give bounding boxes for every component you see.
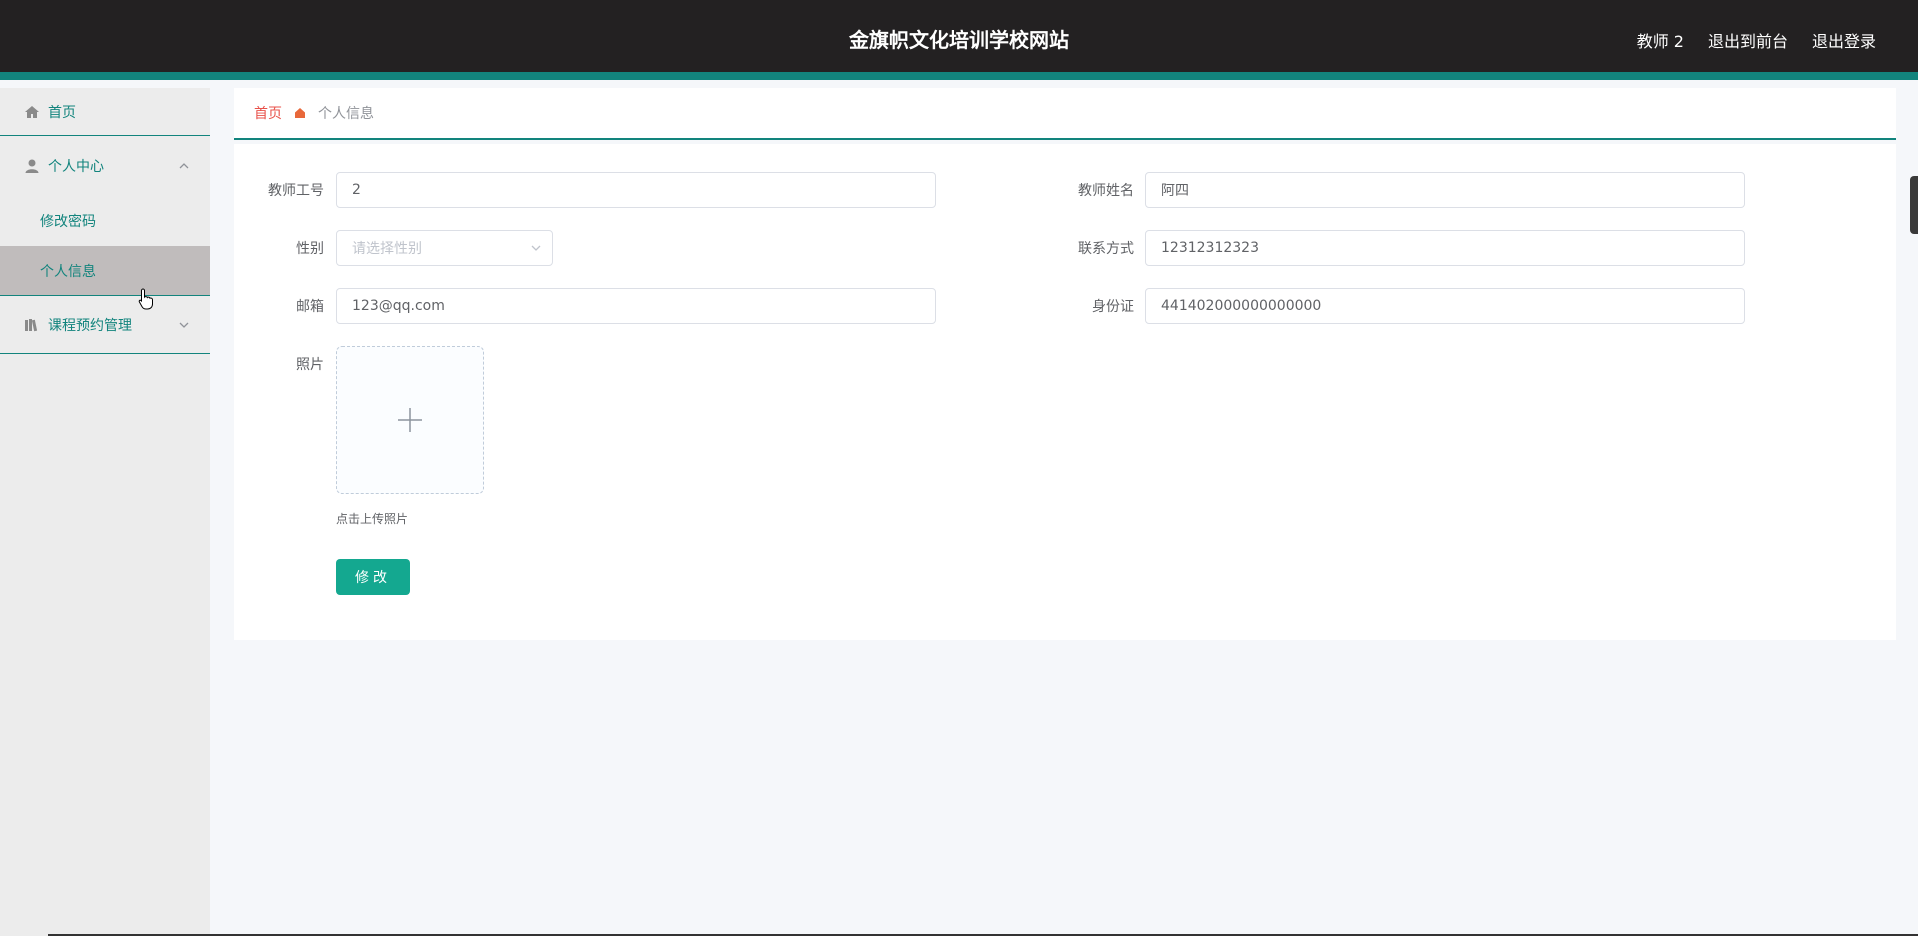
teacher-id-input[interactable]: 2 bbox=[336, 172, 936, 208]
breadcrumb-current: 个人信息 bbox=[318, 106, 374, 122]
gender-placeholder: 请选择性别 bbox=[352, 241, 422, 257]
breadcrumb-home-link[interactable]: 首页 bbox=[254, 103, 282, 123]
chevron-down-icon bbox=[530, 242, 542, 254]
back-to-front-link[interactable]: 退出到前台 bbox=[1708, 28, 1788, 52]
books-icon bbox=[24, 317, 40, 333]
chevron-up-icon bbox=[178, 160, 190, 172]
sidebar: 首页 个人中心 修改密码 个人信息 课程预约管理 bbox=[0, 88, 210, 936]
sidebar-item-label: 个人中心 bbox=[48, 159, 104, 175]
top-header: 金旗帜文化培训学校网站 教师 2 退出到前台 退出登录 bbox=[0, 0, 1918, 80]
home-icon bbox=[24, 104, 40, 120]
chevron-down-icon bbox=[178, 319, 190, 331]
id-card-input[interactable]: 441402000000000000 bbox=[1145, 288, 1745, 324]
teacher-name-label: 教师姓名 bbox=[1078, 183, 1134, 199]
sidebar-item-home[interactable]: 首页 bbox=[0, 88, 210, 136]
photo-uploader[interactable] bbox=[336, 346, 484, 494]
gender-label: 性别 bbox=[296, 241, 324, 257]
user-icon bbox=[24, 158, 40, 174]
scrollbar-handle[interactable] bbox=[1910, 176, 1918, 234]
site-title: 金旗帜文化培训学校网站 bbox=[849, 28, 1069, 52]
personal-info-form: 教师工号 2 教师姓名 阿四 性别 请选择性别 联系方式 12312312323… bbox=[234, 144, 1896, 640]
sidebar-item-label: 课程预约管理 bbox=[48, 317, 132, 334]
plus-icon bbox=[398, 408, 422, 432]
breadcrumb: 首页 个人信息 bbox=[234, 88, 1896, 140]
photo-upload-hint: 点击上传照片 bbox=[336, 512, 409, 526]
submit-button[interactable]: 修改 bbox=[336, 559, 410, 595]
gender-select[interactable]: 请选择性别 bbox=[336, 230, 553, 266]
home-icon bbox=[294, 107, 306, 119]
phone-label: 联系方式 bbox=[1078, 241, 1134, 257]
hand-cursor-icon bbox=[138, 288, 154, 310]
logout-link[interactable]: 退出登录 bbox=[1812, 28, 1876, 52]
sidebar-item-label: 首页 bbox=[48, 104, 76, 121]
teacher-id-label: 教师工号 bbox=[268, 183, 324, 199]
teacher-name-input[interactable]: 阿四 bbox=[1145, 172, 1745, 208]
sidebar-item-personal-info[interactable]: 个人信息 bbox=[0, 246, 210, 296]
email-label: 邮箱 bbox=[296, 299, 324, 315]
photo-label: 照片 bbox=[296, 357, 324, 373]
id-card-label: 身份证 bbox=[1092, 299, 1134, 315]
sidebar-item-course-booking[interactable]: 课程预约管理 bbox=[0, 296, 210, 354]
user-name-link[interactable]: 教师 2 bbox=[1637, 28, 1684, 52]
sidebar-item-change-password[interactable]: 修改密码 bbox=[0, 196, 210, 246]
header-nav: 教师 2 退出到前台 退出登录 bbox=[1637, 28, 1876, 52]
phone-input[interactable]: 12312312323 bbox=[1145, 230, 1745, 266]
sidebar-item-personal-center[interactable]: 个人中心 bbox=[0, 136, 210, 196]
email-input[interactable]: 123@qq.com bbox=[336, 288, 936, 324]
